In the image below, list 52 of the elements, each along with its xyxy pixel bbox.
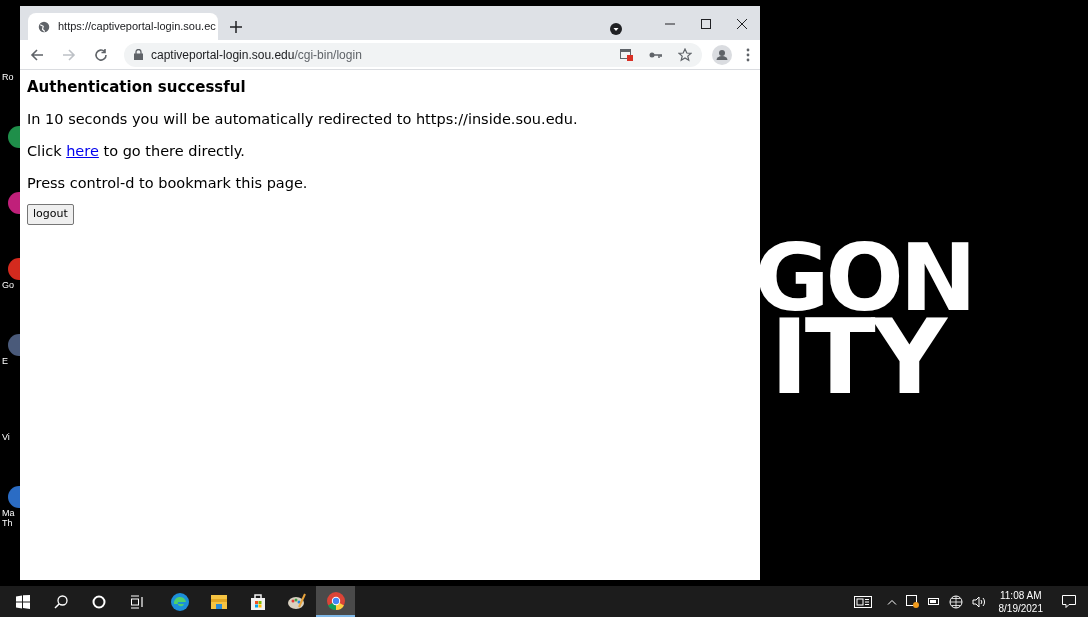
desktop-shortcut-icon[interactable] (8, 334, 20, 356)
news-icon[interactable] (853, 595, 872, 608)
new-tab-icon[interactable] (230, 20, 242, 33)
url-text: captiveportal-login.sou.edu/cgi-bin/login (151, 46, 363, 64)
windows-start-icon[interactable] (16, 594, 30, 609)
maximize-icon[interactable] (701, 19, 711, 29)
message-text: Click here to go there directly. (27, 142, 245, 160)
message-text: Press control-d to bookmark this page. (27, 174, 308, 192)
desktop-shortcut-icon[interactable] (8, 258, 20, 280)
message-text: In 10 seconds you will be automatically redirected to https://inside.sou.edu. (27, 110, 578, 128)
tab-title: https://captiveportal-login.sou.ec (58, 19, 216, 35)
desktop-shortcut-label: Vi (2, 432, 10, 442)
star-icon[interactable] (678, 47, 692, 62)
here-link[interactable]: here (66, 143, 99, 159)
key-icon[interactable] (649, 50, 662, 59)
close-icon[interactable] (737, 19, 747, 29)
chevron-up-icon[interactable] (886, 598, 897, 605)
back-arrow-icon[interactable] (30, 47, 44, 62)
address-bar[interactable]: captiveportal-login.sou.edu/cgi-bin/login (124, 42, 702, 67)
desktop-shortcut-icon[interactable] (8, 126, 20, 148)
browser-tab[interactable]: https://captiveportal-login.sou.ec (28, 13, 218, 40)
desktop-shortcut-icon[interactable] (8, 486, 20, 508)
desktop-shortcut-label: Ro (2, 72, 14, 82)
blocked-popup-icon[interactable] (620, 48, 633, 61)
desktop-shortcut-label: Go (2, 280, 14, 290)
clock-date: 8/19/2021 (998, 601, 1043, 615)
desktop-shortcut-label: E (2, 356, 8, 366)
desktop-shortcut-icon[interactable] (8, 192, 20, 214)
search-icon[interactable] (54, 594, 68, 609)
edge-icon[interactable] (169, 591, 190, 612)
speaker-icon[interactable] (971, 595, 986, 608)
more-menu-icon[interactable] (746, 47, 750, 62)
wallpaper-text: ITY (770, 318, 945, 396)
clock-time: 11:08 AM (1000, 588, 1042, 602)
circle-icon[interactable] (92, 594, 106, 609)
logout-button[interactable]: logout (27, 204, 74, 225)
reload-icon[interactable] (94, 47, 108, 62)
desktop-shortcut-label: Ma Th (2, 508, 15, 528)
chrome-icon[interactable] (325, 590, 346, 611)
globe-icon[interactable] (948, 594, 963, 609)
palette-icon[interactable] (286, 591, 307, 612)
notification-icon[interactable] (1062, 595, 1076, 608)
profile-avatar-icon[interactable] (712, 44, 732, 65)
battery-icon[interactable] (927, 598, 940, 605)
wallpaper-text: GON (754, 240, 973, 318)
tray-app-icon[interactable] (905, 595, 919, 608)
dropdown-icon[interactable] (610, 23, 622, 35)
globe-icon (38, 20, 50, 33)
taskbar-app-button[interactable] (316, 586, 355, 617)
lock-icon (134, 49, 143, 60)
page-heading: Authentication successful (27, 78, 246, 96)
task-view-icon[interactable] (130, 594, 144, 609)
